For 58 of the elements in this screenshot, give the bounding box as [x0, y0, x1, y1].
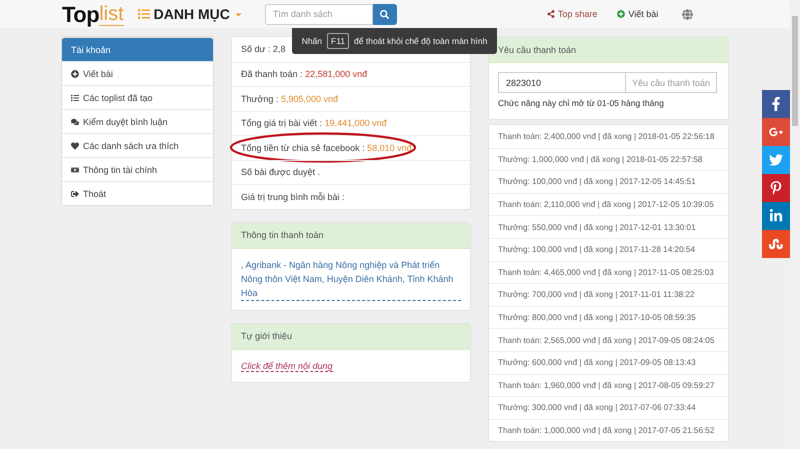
transaction-item: Thưởng: 800,000 vnđ | đã xong | 2017-10-05 08:59:35	[489, 306, 728, 328]
share-button[interactable]	[762, 230, 790, 258]
transaction-item: Thanh toán: 1,000,000 vnđ | đã xong | 2017-07-05 21:56:52	[489, 418, 728, 442]
heart-icon	[71, 142, 79, 150]
comments-icon	[71, 118, 79, 126]
list-icon	[71, 94, 79, 102]
transaction-item: Thanh toán: 2,110,000 vnđ | đã xong | 2017-12-05 10:39:05	[489, 192, 728, 216]
note-text: Chức năng này chỉ mở từ 01-05 hàng tháng	[498, 97, 665, 110]
key-label: F11	[327, 33, 350, 49]
panel-heading: Yêu cầu thanh toán	[489, 37, 728, 63]
transaction-item: Thanh toán: 2,400,000 vnđ | đã xong | 2018-01-05 22:56:18	[497, 130, 716, 143]
twitter-icon	[769, 153, 783, 167]
transaction-item: Thưởng: 700,000 vnđ | đã xong | 2017-11-01 11:38:22	[489, 283, 728, 306]
stat-text: Giá trị trung bình mỗi bài :	[241, 192, 345, 202]
payment-info-text: , Agribank - Ngân hàng Nông nghiệp và Phát triển Nông thôn Việt Nam, Huyện Diên Khánh, Tỉnh Khánh Hòa	[241, 258, 461, 300]
fullscreen-notice: Nhấn F11 để thoát khỏi chế độ toàn màn hình	[292, 28, 497, 54]
share-icon	[546, 10, 555, 18]
stat-text: Số dư : 2,8	[241, 44, 286, 54]
sign-out-icon	[71, 190, 79, 198]
transaction-item: Thanh toán: 1,960,000 vnđ | đã xong | 2017-08-05 09:59:27	[489, 374, 728, 396]
stat-text: Tổng tiền từ chia sẻ facebook : 58,010 vnđ	[241, 142, 412, 153]
add-content-link[interactable]: Click để thêm nội dung	[241, 360, 333, 372]
share-button[interactable]	[762, 202, 790, 230]
stat-text: Đã thanh toán : 22,581,000 vnđ	[241, 69, 368, 80]
share-button[interactable]	[762, 90, 790, 118]
toplist-logo[interactable]: Toplist	[62, 2, 124, 26]
list-icon	[138, 8, 150, 20]
money-icon	[71, 166, 79, 174]
stat-text: Số bài được duyệt .	[241, 167, 320, 178]
share-button[interactable]	[762, 118, 790, 146]
transaction-item: Thưởng: 300,000 vnđ | đã xong | 2017-07-06 07:33:44	[489, 396, 728, 419]
sidebar-item[interactable]: Tài khoản	[62, 37, 213, 61]
transaction-item: Thanh toán: 4,465,000 vnđ | đã xong | 2017-11-05 08:25:03	[489, 260, 728, 284]
header-link[interactable]: Viết bài	[617, 9, 658, 19]
header-link[interactable]: Top share	[546, 9, 598, 19]
amount-field[interactable]: 2823010	[498, 72, 626, 93]
transaction-item: Thưởng: 600,000 vnđ | đã xong | 2017-09-05 08:13:43	[489, 350, 728, 374]
panel-heading: Tự giới thiệu	[232, 324, 470, 350]
transaction-item: Thưởng: 1,000,000 vnđ | đã xong | 2018-01-05 22:57:58	[489, 148, 728, 170]
stat-text: Tổng giá trị bài viết : 19,441,000 vnđ	[241, 118, 387, 128]
globe-icon[interactable]	[682, 8, 694, 20]
pinterest-icon	[769, 181, 783, 195]
linkedin-icon	[769, 209, 783, 223]
transaction-item: Thưởng: 100,000 vnđ | đã xong | 2017-11-28 14:20:54	[489, 238, 728, 261]
transaction-item: Thưởng: 550,000 vnđ | đã xong | 2017-12-01 13:30:01	[489, 215, 728, 238]
transaction-item: Thưởng: 100,000 vnđ | đã xong | 2017-12-05 14:45:51	[489, 170, 728, 193]
panel-heading: Thông tin thanh toán	[232, 222, 470, 248]
search-icon	[380, 10, 390, 18]
search-field[interactable]: Tìm danh sách	[264, 4, 373, 24]
transaction-item: Thanh toán: 2,565,000 vnđ | đã xong | 2017-09-05 08:24:05	[489, 328, 728, 351]
search-button[interactable]	[372, 4, 397, 24]
google-plus-icon	[769, 125, 783, 139]
sidebar-item[interactable]: Thoát	[62, 181, 213, 205]
stumbleupon-icon	[769, 237, 783, 251]
share-button[interactable]	[762, 174, 790, 202]
category-menu[interactable]: DANH MỤC	[138, 6, 243, 22]
stat-text: Thưởng : 5,905,000 vnđ	[241, 94, 338, 104]
share-button[interactable]	[762, 146, 790, 174]
